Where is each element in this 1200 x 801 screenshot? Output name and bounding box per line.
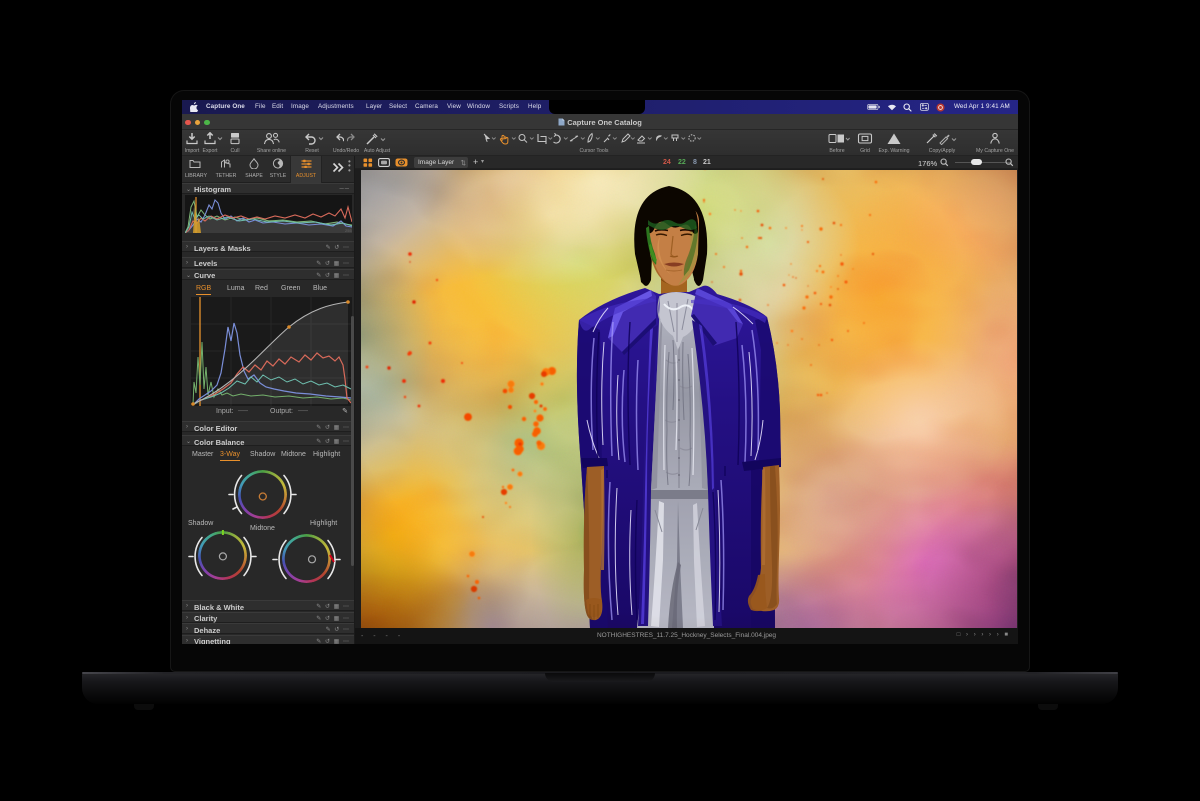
svg-text:255: 255	[345, 228, 352, 233]
